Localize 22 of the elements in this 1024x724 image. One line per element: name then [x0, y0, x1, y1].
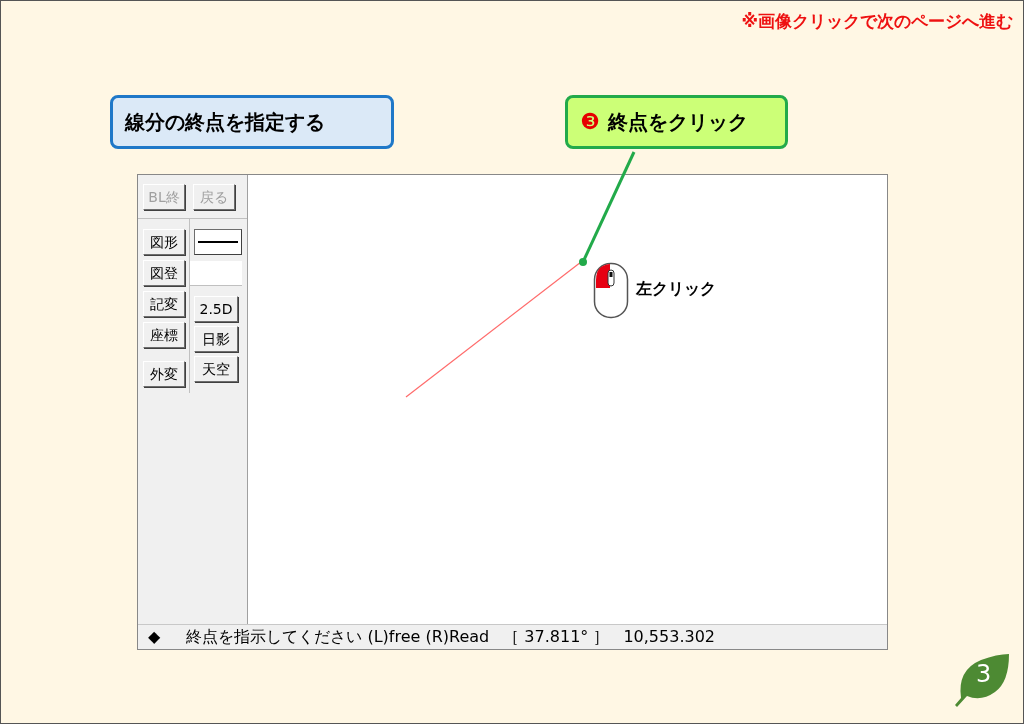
toolbar-button[interactable]: 天空 [194, 355, 238, 382]
callout-text: 終点をクリック [607, 108, 748, 136]
angle-readout: ［ 37.811° ］ [503, 625, 610, 648]
toolbar-button[interactable]: 記変 [143, 290, 185, 317]
toolbar-button[interactable]: 座標 [143, 321, 185, 348]
page-notice: ※画像クリックで次のページへ進む [741, 10, 1013, 33]
page-number: 3 [976, 661, 992, 686]
status-marker: ◆ [148, 625, 161, 648]
toolbar-button[interactable]: 外変 [143, 360, 185, 387]
line-style-button[interactable] [194, 228, 242, 255]
coordinate-readout: 10,553.302 [623, 625, 715, 648]
toolbar-button[interactable]: 日影 [194, 325, 238, 352]
toolbar-button[interactable]: 図登 [143, 259, 185, 286]
blank-field[interactable] [190, 260, 242, 285]
mouse-label: 左クリック [636, 277, 716, 300]
line-style-icon [198, 240, 238, 243]
mouse-icon [593, 261, 629, 319]
toolbar-button[interactable]: 図形 [143, 228, 185, 255]
step-number: ❸ [580, 110, 600, 133]
status-message: 終点を指示してください (L)free (R)Read [186, 625, 490, 648]
toolbar-button[interactable]: 2.5D [194, 295, 238, 322]
step-title: 線分の終点を指定する [110, 94, 394, 149]
